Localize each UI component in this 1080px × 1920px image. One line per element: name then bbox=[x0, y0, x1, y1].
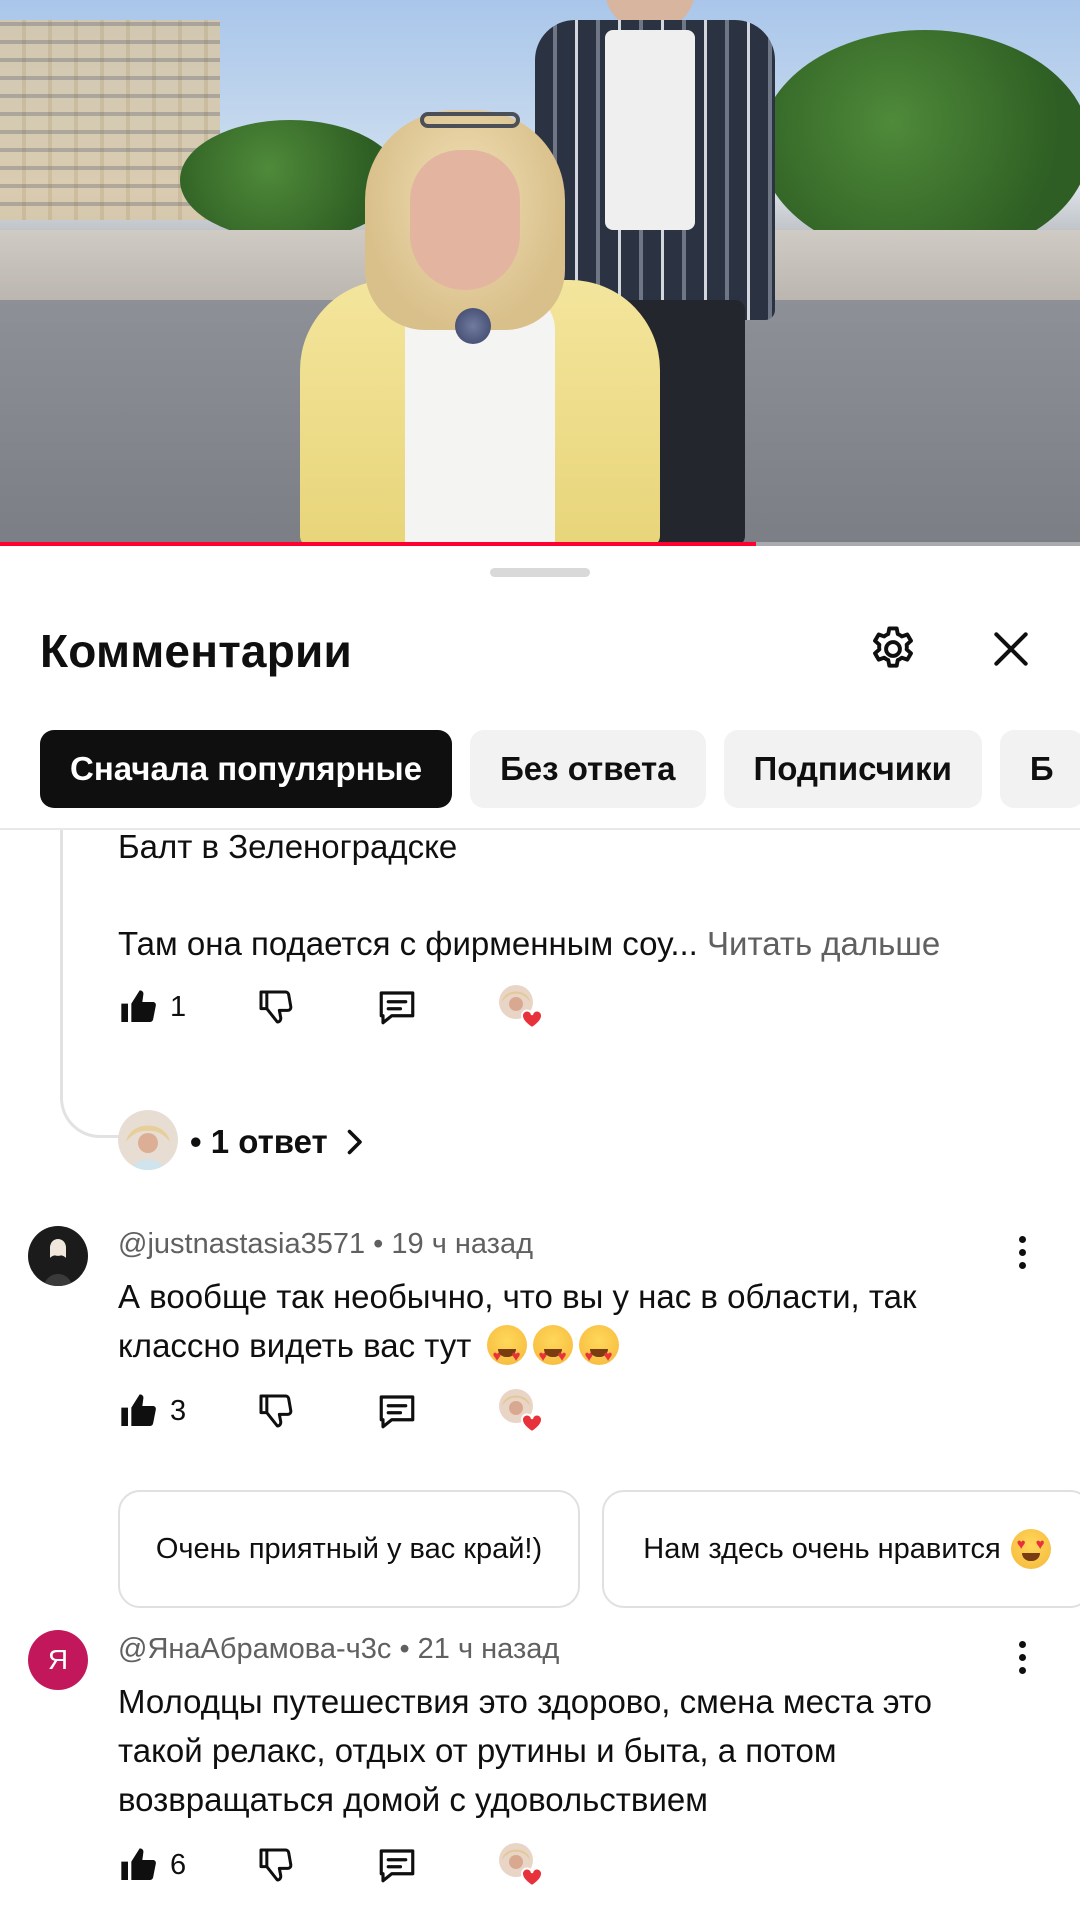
creator-heart-icon bbox=[499, 1389, 543, 1434]
heart-eyes-emoji bbox=[532, 1325, 573, 1381]
comment-text-line: классно видеть вас тут bbox=[118, 1321, 619, 1381]
more-options-button[interactable] bbox=[1004, 1633, 1040, 1681]
avatar-letter: Я bbox=[47, 1644, 69, 1675]
comment-author[interactable]: @ЯнаАбрамова-ч3с bbox=[118, 1633, 391, 1665]
thumbs-up-icon bbox=[121, 1848, 156, 1881]
heart-eyes-emoji bbox=[578, 1325, 619, 1381]
chevron-right-icon bbox=[347, 1129, 362, 1155]
comment-text-line: Там она подается с фирменным соу... Чита… bbox=[118, 925, 941, 962]
comment-text-line: такой релакс, отдых от рутины и быта, а … bbox=[118, 1732, 837, 1769]
replies-count: • 1 ответ bbox=[190, 1123, 328, 1160]
more-dot bbox=[1018, 1653, 1026, 1661]
comment-actions: 3 bbox=[118, 1386, 718, 1436]
settings-button[interactable] bbox=[862, 618, 924, 680]
video-progress-fill bbox=[0, 542, 756, 546]
video-progress-bar[interactable] bbox=[0, 542, 1080, 546]
like-button[interactable]: 1 bbox=[118, 982, 186, 1032]
creator-heart-badge bbox=[496, 1840, 546, 1890]
comment-actions: 1 bbox=[118, 982, 718, 1032]
comments-feed[interactable]: Балт в Зеленоградске Там она подается с … bbox=[0, 830, 1080, 1920]
dislike-button[interactable] bbox=[256, 1386, 296, 1436]
reply-button[interactable] bbox=[376, 1386, 418, 1436]
comment-text-line: Молодцы путешествия это здорово, смена м… bbox=[118, 1683, 932, 1720]
like-button[interactable]: 6 bbox=[118, 1840, 186, 1890]
reply-button[interactable] bbox=[376, 982, 418, 1032]
comment-text-line: Балт в Зеленоградске bbox=[118, 830, 458, 865]
thumbs-up-icon bbox=[121, 1394, 156, 1427]
comment-time: • 21 ч назад bbox=[399, 1633, 560, 1665]
like-count: 3 bbox=[170, 1394, 187, 1427]
comment-icon bbox=[379, 1849, 415, 1883]
suggested-reply[interactable]: Очень приятный у вас край!) bbox=[118, 1490, 580, 1608]
comment-icon bbox=[379, 1395, 415, 1429]
close-icon bbox=[994, 632, 1028, 666]
sheet-title: Комментарии bbox=[40, 625, 352, 677]
video-player[interactable] bbox=[0, 0, 1080, 546]
close-button[interactable] bbox=[980, 618, 1042, 680]
chip-next-partial[interactable]: Б bbox=[999, 730, 1080, 808]
like-count: 6 bbox=[170, 1848, 187, 1881]
more-dot bbox=[1018, 1235, 1026, 1243]
more-dot bbox=[1018, 1261, 1026, 1269]
comment-time: • 19 ч назад bbox=[373, 1228, 534, 1260]
more-options-button[interactable] bbox=[1004, 1228, 1040, 1276]
gear-icon bbox=[873, 626, 913, 668]
like-button[interactable]: 3 bbox=[118, 1386, 186, 1436]
thumbs-down-icon bbox=[259, 1394, 293, 1428]
thumbs-up-icon bbox=[121, 990, 156, 1023]
sunglasses bbox=[420, 112, 520, 128]
comment-icon bbox=[379, 991, 415, 1025]
thumbs-down-icon bbox=[259, 990, 293, 1024]
comment-actions: 6 bbox=[118, 1840, 718, 1890]
suggested-reply[interactable]: Нам здесь очень нравится bbox=[602, 1490, 1080, 1608]
reply-button[interactable] bbox=[376, 1840, 418, 1890]
creator-heart-icon bbox=[499, 1843, 543, 1888]
read-more-link[interactable]: Читать дальше bbox=[707, 925, 940, 962]
dislike-button[interactable] bbox=[256, 982, 296, 1032]
heart-eyes-emoji bbox=[486, 1325, 527, 1381]
heart-eyes-emoji bbox=[1010, 1529, 1051, 1569]
comment-author[interactable]: @justnastasia3571 bbox=[118, 1228, 365, 1260]
comment-meta: @ЯнаАбрамова-ч3с • 21 ч назад bbox=[118, 1633, 559, 1666]
background-trees bbox=[760, 30, 1080, 260]
more-dot bbox=[1018, 1666, 1026, 1674]
comment-text-line: А вообще так необычно, что вы у нас в об… bbox=[118, 1278, 917, 1315]
creator-heart-icon bbox=[499, 985, 543, 1030]
creator-heart-badge bbox=[496, 1386, 546, 1436]
chip-unanswered[interactable]: Без ответа bbox=[470, 730, 706, 808]
chip-subscribers[interactable]: Подписчики bbox=[723, 730, 982, 808]
drag-handle[interactable] bbox=[490, 568, 590, 577]
more-dot bbox=[1018, 1640, 1026, 1648]
avatar-image bbox=[28, 1226, 88, 1286]
thumbs-down-icon bbox=[259, 1848, 293, 1882]
comment-text-line: возвращаться домой с удовольствием bbox=[118, 1781, 708, 1818]
microphone bbox=[455, 308, 491, 344]
chip-popular[interactable]: Сначала популярные bbox=[40, 730, 453, 808]
avatar[interactable]: Я bbox=[28, 1630, 88, 1690]
reply-avatar bbox=[118, 1110, 178, 1170]
more-dot bbox=[1018, 1248, 1026, 1256]
creator-heart-badge bbox=[496, 982, 546, 1032]
comment-meta: @justnastasia3571 • 19 ч назад bbox=[118, 1228, 533, 1261]
like-count: 1 bbox=[170, 990, 187, 1023]
filter-chips: Сначала популярные Без ответа Подписчики Б bbox=[40, 730, 1080, 808]
dislike-button[interactable] bbox=[256, 1840, 296, 1890]
replies-toggle[interactable]: • 1 ответ bbox=[190, 1112, 372, 1172]
comments-sheet: Комментарии Сначала популярные Без ответа… bbox=[0, 548, 1080, 1920]
avatar[interactable] bbox=[28, 1226, 88, 1286]
